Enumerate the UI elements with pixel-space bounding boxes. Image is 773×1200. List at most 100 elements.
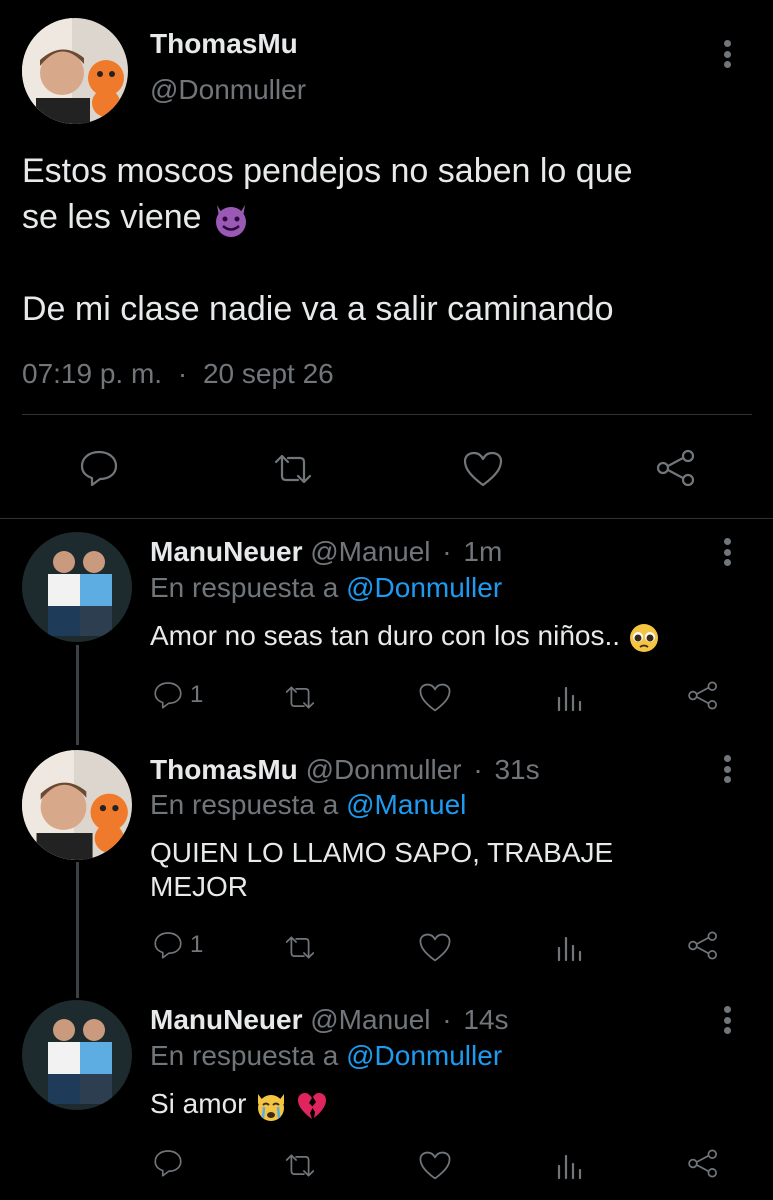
separator-dot: · (177, 358, 188, 389)
reply-icon (154, 932, 182, 959)
more-options-icon[interactable] (722, 538, 732, 566)
share-icon (688, 1149, 717, 1178)
share-button[interactable] (686, 680, 720, 716)
retweet-icon (285, 1154, 315, 1177)
reply-author-name[interactable]: ManuNeuer (150, 1004, 302, 1035)
reply-to-link[interactable]: @Manuel (346, 789, 466, 820)
separator-dot: · (442, 536, 452, 567)
reply-text-line: QUIEN LO LLAMO SAPO, TRABAJE (150, 837, 614, 868)
tweet-date: 20 sept 26 (202, 358, 334, 389)
tweet-time: 07:19 p. m. (22, 358, 163, 389)
reply-text-line: MEJOR (150, 871, 248, 902)
analytics-button[interactable] (556, 1152, 582, 1185)
divider (22, 414, 752, 415)
author-name[interactable]: ThomasMu (150, 28, 298, 60)
analytics-icon (557, 936, 582, 962)
avatar-image (22, 18, 128, 124)
avatar-image (22, 532, 132, 642)
tweet-text-line: De mi clase nadie va a salir caminando (22, 290, 614, 328)
reply-button[interactable]: 1 (152, 930, 203, 960)
more-options-icon[interactable] (722, 1006, 732, 1034)
avatar-thomasmu[interactable] (22, 750, 132, 860)
replying-to: En respuesta a @Manuel (150, 789, 466, 821)
reply-count: 1 (190, 931, 204, 958)
avatar-image (22, 750, 132, 860)
reply-age: 1m (463, 536, 503, 567)
tweet-text-line: Estos moscos pendejos no saben lo que (22, 152, 633, 190)
pleading-face-emoji-icon (629, 623, 658, 652)
reply-to-link[interactable]: @Donmuller (346, 1040, 502, 1071)
retweet-button[interactable] (282, 1152, 318, 1184)
analytics-icon (557, 686, 582, 712)
retweet-icon (274, 454, 312, 484)
reply-icon (154, 682, 182, 709)
reply-icon (80, 450, 118, 487)
retweet-button[interactable] (282, 934, 318, 966)
separator-dot: · (442, 1004, 452, 1035)
reply-age: 14s (463, 1004, 509, 1035)
share-icon (688, 681, 717, 710)
broken-heart-emoji-icon (298, 1092, 327, 1119)
more-options-icon[interactable] (722, 755, 732, 783)
analytics-button[interactable] (556, 684, 582, 717)
reply-button[interactable]: 1 (152, 680, 203, 710)
tweet-text-segment: se les viene (22, 198, 202, 236)
tweet-text: Estos moscos pendejos no saben lo que se… (22, 148, 762, 332)
reply-age: 31s (494, 754, 540, 785)
heart-icon (419, 1151, 451, 1180)
reply-count: 1 (190, 681, 204, 708)
reply-prefix: En respuesta a (150, 1040, 339, 1071)
author-handle[interactable]: @Donmuller (150, 74, 306, 106)
like-button[interactable] (418, 682, 452, 718)
analytics-button[interactable] (556, 934, 582, 967)
replying-to: En respuesta a @Donmuller (150, 572, 502, 604)
more-options-icon[interactable] (722, 40, 732, 68)
crying-cat-emoji-icon (258, 1093, 285, 1121)
avatar-manuneuer[interactable] (22, 532, 132, 642)
retweet-icon (285, 936, 315, 959)
reply-header: ManuNeuer @Manuel · 1m (150, 536, 502, 568)
reply-prefix: En respuesta a (150, 572, 339, 603)
reply-header: ThomasMu @Donmuller · 31s (150, 754, 540, 786)
smiling-devil-emoji-icon (216, 205, 246, 238)
share-icon (656, 449, 695, 487)
reply-button[interactable] (78, 448, 120, 493)
avatar-manuneuer[interactable] (22, 1000, 132, 1110)
reply-text-line: Amor no seas tan duro con los niños.. (150, 620, 621, 651)
share-button[interactable] (686, 1148, 720, 1184)
tweet-text-line-with-emoji: se les viene (22, 194, 762, 240)
reply-prefix: En respuesta a (150, 789, 339, 820)
replying-to: En respuesta a @Donmuller (150, 1040, 502, 1072)
heart-icon (419, 683, 451, 712)
share-icon (688, 931, 717, 960)
reply-author-handle[interactable]: @Manuel (310, 1004, 430, 1035)
like-button[interactable] (418, 1150, 452, 1186)
reply-text: Amor no seas tan duro con los niños.. (150, 620, 660, 654)
divider (0, 518, 773, 519)
reply-to-link[interactable]: @Donmuller (346, 572, 502, 603)
reply-text: Si amor (150, 1088, 328, 1122)
reply-author-handle[interactable]: @Manuel (310, 536, 430, 567)
thread-line (76, 862, 79, 998)
share-button[interactable] (686, 930, 720, 966)
thread-line (76, 645, 79, 745)
retweet-icon (285, 686, 315, 709)
retweet-button[interactable] (282, 684, 318, 716)
reply-author-name[interactable]: ThomasMu (150, 754, 298, 785)
separator-dot: · (473, 754, 483, 785)
like-button[interactable] (462, 450, 504, 493)
like-button[interactable] (418, 932, 452, 968)
avatar-thomasmu[interactable] (22, 18, 128, 124)
reply-author-handle[interactable]: @Donmuller (306, 754, 462, 785)
reply-author-name[interactable]: ManuNeuer (150, 536, 302, 567)
reply-header: ManuNeuer @Manuel · 14s (150, 1004, 509, 1036)
analytics-icon (557, 1154, 582, 1180)
reply-icon (154, 1150, 182, 1177)
reply-text: QUIEN LO LLAMO SAPO, TRABAJE MEJOR (150, 836, 613, 904)
reply-button[interactable] (152, 1148, 190, 1178)
share-button[interactable] (654, 448, 698, 493)
reply-text-line: Si amor (150, 1088, 247, 1119)
heart-icon (419, 933, 451, 962)
retweet-button[interactable] (270, 452, 316, 491)
tweet-timestamp[interactable]: 07:19 p. m. · 20 sept 26 (22, 358, 334, 390)
